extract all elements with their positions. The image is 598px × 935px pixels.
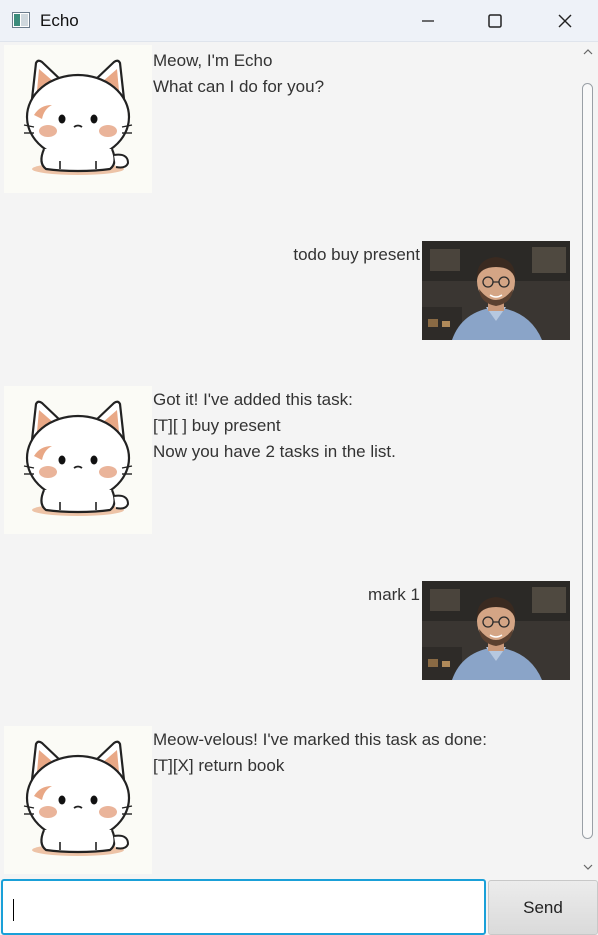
message-input[interactable]: [1, 879, 486, 935]
text-caret: [13, 899, 14, 921]
bot-avatar: [4, 726, 152, 874]
cat-avatar-icon: [23, 400, 133, 516]
message-line: Meow, I'm Echo: [153, 51, 273, 70]
maximize-button[interactable]: [472, 0, 518, 42]
bot-avatar: [4, 386, 152, 534]
maximize-icon: [488, 14, 502, 28]
bot-message-text: Meow-velous! I've marked this task as do…: [153, 727, 487, 779]
user-photo-icon: [422, 241, 570, 340]
message-line: mark 1: [368, 585, 420, 604]
message-line: Meow-velous! I've marked this task as do…: [153, 730, 487, 749]
scroll-down-arrow-icon[interactable]: [583, 862, 593, 872]
close-button[interactable]: [542, 0, 588, 42]
user-message-text: todo buy present: [293, 242, 420, 268]
bot-avatar: [4, 45, 152, 193]
user-message-text: mark 1: [368, 582, 420, 608]
minimize-button[interactable]: [405, 0, 451, 42]
user-avatar: [422, 241, 570, 340]
message-line: Got it! I've added this task:: [153, 390, 353, 409]
title-bar: Echo: [0, 0, 598, 42]
message-line: What can I do for you?: [153, 77, 325, 96]
window-title: Echo: [40, 11, 79, 30]
vertical-scrollbar[interactable]: [578, 43, 598, 876]
bot-message-text: Got it! I've added this task: [T][ ] buy …: [153, 387, 396, 465]
scroll-up-arrow-icon[interactable]: [583, 47, 593, 57]
app-icon: [12, 12, 30, 28]
message-line: Now you have 2 tasks in the list.: [153, 442, 396, 461]
cat-avatar-icon: [23, 740, 133, 856]
bot-message-text: Meow, I'm Echo What can I do for you?: [153, 48, 324, 100]
user-avatar: [422, 581, 570, 680]
scrollbar-thumb[interactable]: [582, 83, 593, 839]
close-icon: [558, 14, 572, 28]
message-line: [T][X] return book: [153, 756, 285, 775]
user-photo-icon: [422, 581, 570, 680]
message-line: todo buy present: [293, 245, 420, 264]
send-button[interactable]: Send: [488, 880, 598, 935]
cat-avatar-icon: [23, 59, 133, 175]
message-line: [T][ ] buy present: [153, 416, 281, 435]
minimize-icon: [422, 20, 434, 22]
dialog-scroll-pane[interactable]: Meow, I'm Echo What can I do for you? tod…: [0, 43, 598, 876]
